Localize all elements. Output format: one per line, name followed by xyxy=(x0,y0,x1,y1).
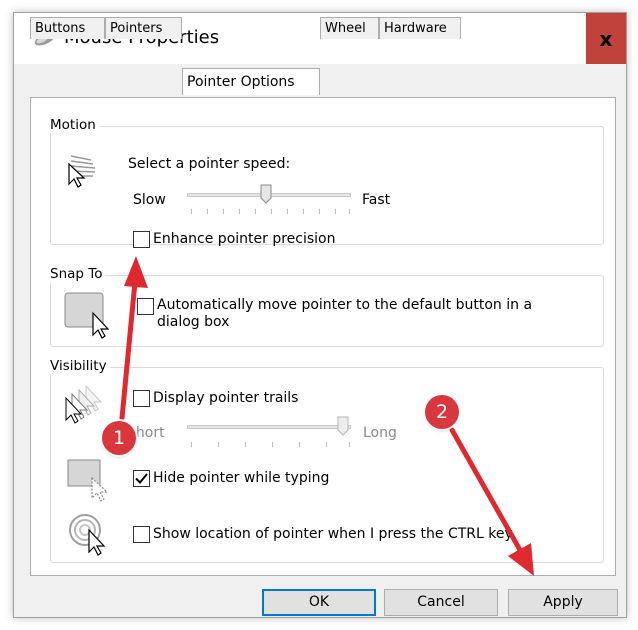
tab-wheel[interactable]: Wheel xyxy=(320,17,379,39)
pointer-speed-ticks xyxy=(191,209,351,215)
pointer-speed-icon xyxy=(68,155,96,188)
hide-typing-checkbox[interactable] xyxy=(133,470,150,487)
pointer-trails-label: Display pointer trails xyxy=(153,390,299,406)
show-location-label: Show location of pointer when I press th… xyxy=(153,526,513,542)
close-button[interactable]: x xyxy=(586,13,626,64)
mouse-properties-window: Mouse Properties x Buttons Pointers Poin… xyxy=(13,12,627,618)
show-location-icon xyxy=(69,514,106,556)
annotation-badge-1: 1 xyxy=(102,421,136,455)
snap-to-group-label: Snap To xyxy=(49,266,106,282)
close-icon: x xyxy=(599,26,613,51)
motion-group: Motion xyxy=(49,117,604,245)
enhance-precision-label: Enhance pointer precision xyxy=(153,231,336,247)
annotation-badge-2: 2 xyxy=(425,395,459,429)
fast-label: Fast xyxy=(362,192,391,208)
cancel-button[interactable]: Cancel xyxy=(384,589,498,616)
snap-to-label-line2: dialog box xyxy=(157,314,230,330)
motion-group-label: Motion xyxy=(49,117,99,133)
slow-label: Slow xyxy=(133,192,166,208)
tab-pointers[interactable]: Pointers xyxy=(105,17,182,39)
ok-button[interactable]: OK xyxy=(262,589,376,616)
snap-to-checkbox[interactable] xyxy=(137,298,154,315)
pointer-trails-ticks xyxy=(191,442,351,448)
long-label: Long xyxy=(363,425,397,441)
hide-pointer-icon xyxy=(67,459,109,502)
show-location-checkbox[interactable] xyxy=(133,526,150,543)
pointer-trails-track xyxy=(187,425,351,429)
snap-to-label-line1: Automatically move pointer to the defaul… xyxy=(157,297,533,313)
pointer-speed-slider[interactable] xyxy=(260,184,272,204)
tab-hardware[interactable]: Hardware xyxy=(379,17,461,39)
hide-typing-label: Hide pointer while typing xyxy=(153,470,330,486)
pointer-speed-label: Select a pointer speed: xyxy=(128,156,291,172)
pointer-options-panel: Motion Select a pointer speed: Slow Fast xyxy=(30,97,616,576)
tab-buttons[interactable]: Buttons xyxy=(30,17,105,39)
pointer-trails-slider[interactable] xyxy=(337,416,349,436)
pointer-trails-icon xyxy=(65,384,103,424)
enhance-precision-checkbox[interactable] xyxy=(133,231,150,248)
apply-button[interactable]: Apply xyxy=(508,589,618,616)
pointer-trails-checkbox[interactable] xyxy=(133,390,150,407)
visibility-group-label: Visibility xyxy=(49,358,110,374)
tab-pointer-options[interactable]: Pointer Options xyxy=(182,68,320,95)
snap-to-icon xyxy=(64,292,110,339)
checkmark-icon xyxy=(135,473,148,484)
